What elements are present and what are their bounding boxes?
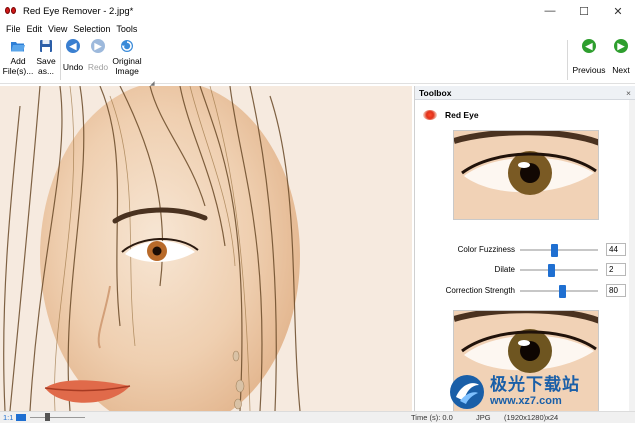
- menu-tools[interactable]: Tools: [113, 24, 140, 34]
- status-bar: 1:1 Time (s): 0.0 JPG (1920x1280)x24: [0, 411, 635, 423]
- red-eye-tool-title: Red Eye: [445, 110, 479, 120]
- redo-button[interactable]: ▶ Redo: [87, 38, 109, 72]
- save-as-label-2: as...: [37, 66, 55, 76]
- menu-file[interactable]: File: [3, 24, 24, 34]
- undo-label: Undo: [62, 62, 84, 72]
- next-button[interactable]: ▶ Next: [608, 38, 634, 75]
- red-eye-app-icon: [5, 6, 17, 16]
- dilate-thumb[interactable]: [548, 264, 556, 277]
- time-readout: Time (s): 0.0: [411, 413, 453, 422]
- correction-strength-thumb[interactable]: [559, 285, 567, 298]
- correction-strength-slider[interactable]: [520, 285, 598, 298]
- previous-icon: ◀: [581, 38, 597, 54]
- zoom-slider[interactable]: [30, 417, 85, 418]
- correction-strength-label: Correction Strength: [445, 286, 515, 295]
- add-files-label-1: Add: [10, 56, 26, 66]
- redo-icon: ▶: [90, 38, 106, 54]
- color-fuzziness-slider[interactable]: [520, 244, 598, 257]
- toolbox-header: Toolbox ×: [415, 86, 635, 100]
- menu-edit[interactable]: Edit: [24, 24, 46, 34]
- dilate-value[interactable]: 2: [606, 263, 626, 276]
- next-icon: ▶: [613, 38, 629, 54]
- next-label: Next: [612, 65, 630, 75]
- previous-label: Previous: [572, 65, 606, 75]
- menu-view[interactable]: View: [45, 24, 70, 34]
- toolbox-scrollbar[interactable]: [629, 100, 635, 411]
- undo-icon: ◀: [65, 38, 81, 54]
- correction-strength-row: Correction Strength 80: [415, 284, 635, 298]
- dilate-label: Dilate: [494, 265, 515, 274]
- before-preview-image: [453, 130, 599, 220]
- redo-label: Redo: [87, 62, 109, 72]
- watermark-logo-icon: [450, 375, 484, 409]
- watermark-url: www.xz7.com: [490, 395, 562, 407]
- add-files-button[interactable]: Add File(s)...: [2, 38, 34, 76]
- menu-selection[interactable]: Selection: [70, 24, 113, 34]
- toolbox-panel: Toolbox × Red Eye Color Fuzziness 44 Dil…: [414, 86, 635, 411]
- menu-bar: File Edit View Selection Tools: [0, 22, 140, 36]
- correction-strength-value[interactable]: 80: [606, 284, 626, 297]
- zoom-ratio[interactable]: 1:1: [3, 413, 13, 422]
- add-files-label-2: File(s)...: [2, 66, 34, 76]
- toolbar-separator: [60, 40, 61, 80]
- color-fuzziness-label: Color Fuzziness: [457, 245, 515, 254]
- dilate-row: Dilate 2: [415, 263, 635, 277]
- image-canvas[interactable]: [0, 86, 412, 411]
- toolbox-title: Toolbox: [419, 87, 452, 98]
- original-image-label-1: Original: [112, 56, 142, 66]
- fit-view-icon[interactable]: [16, 414, 26, 421]
- undo-button[interactable]: ◀ Undo: [62, 38, 84, 72]
- toolbox-close-icon[interactable]: ×: [626, 88, 631, 98]
- maximize-button[interactable]: ☐: [567, 0, 601, 22]
- original-image-button[interactable]: Original Image: [110, 38, 144, 76]
- color-fuzziness-row: Color Fuzziness 44: [415, 243, 635, 257]
- image-info: (1920x1280)x24: [504, 413, 559, 422]
- save-as-label-1: Save: [36, 56, 56, 66]
- red-eye-tool-icon: [423, 110, 437, 120]
- watermark: 极光下载站 www.xz7.com: [448, 372, 635, 412]
- minimize-button[interactable]: —: [533, 0, 567, 22]
- original-image-label-2: Image: [115, 66, 139, 76]
- save-icon: [38, 38, 54, 54]
- previous-button[interactable]: ◀ Previous: [571, 38, 607, 75]
- toolbar-separator-right: [567, 40, 568, 80]
- original-image-icon: [119, 38, 135, 54]
- color-fuzziness-thumb[interactable]: [551, 244, 559, 257]
- file-format: JPG: [476, 413, 491, 422]
- red-eye-tool-header: Red Eye: [423, 110, 479, 120]
- toolbar: Add File(s)... Save as... ◀ Undo ▶ Redo …: [0, 36, 635, 87]
- color-fuzziness-value[interactable]: 44: [606, 243, 626, 256]
- app-window: Red Eye Remover - 2.jpg* — ☐ ✕ File Edit…: [0, 0, 635, 423]
- watermark-text: 极光下载站: [490, 375, 580, 395]
- face-photo: [0, 86, 412, 411]
- folder-open-icon: [10, 38, 26, 54]
- zoom-slider-thumb[interactable]: [45, 413, 50, 421]
- title-bar: Red Eye Remover - 2.jpg* — ☐ ✕: [0, 0, 635, 22]
- window-title: Red Eye Remover - 2.jpg*: [23, 5, 134, 17]
- save-as-button[interactable]: Save as...: [35, 38, 57, 76]
- close-button[interactable]: ✕: [601, 0, 635, 22]
- dilate-slider[interactable]: [520, 264, 598, 277]
